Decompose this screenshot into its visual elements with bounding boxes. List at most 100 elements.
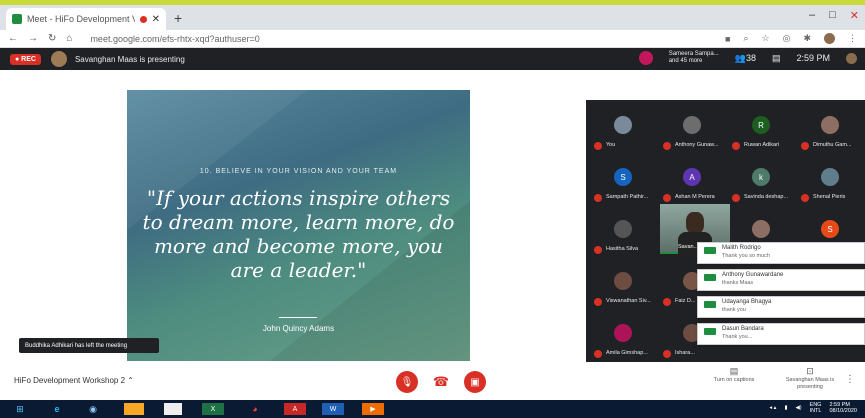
chrome-icon[interactable]: ◕ [244, 403, 266, 415]
participant-tile[interactable]: Shenal Pieris [795, 154, 864, 204]
url-field[interactable]: meet.google.com/efs-rhtx-xqd?authuser=0 [90, 34, 715, 44]
participant-name: Shenal Pieris [813, 194, 846, 200]
self-video-head [686, 212, 704, 234]
slide-quote: "If your actions inspire others to dream… [142, 186, 455, 282]
captions-button[interactable]: ▤ Turn on captions [712, 366, 756, 384]
slide-divider [279, 317, 317, 318]
participant-tile[interactable]: Anthony Gunaw... [657, 102, 726, 152]
muted-mic-icon [663, 142, 671, 150]
word-icon[interactable]: W [322, 403, 344, 415]
presenting-status: Savanghan Maas is presenting [74, 54, 185, 64]
participant-avatar [614, 324, 632, 342]
muted-mic-icon [801, 194, 809, 202]
star-icon[interactable]: ☆ [762, 33, 770, 44]
chat-notifications: Malith Rodrigo Thank you so much Anthony G… [697, 242, 865, 347]
meet-header: ● REC Savanghan Maas is presenting Samee… [0, 48, 865, 70]
internet-explorer-icon[interactable]: e [48, 403, 66, 415]
meet-header-right: Sameera Sampa... and 45 more 👥38 ▤ 2:59 … [638, 51, 857, 65]
participants-line2: and 45 more [668, 58, 703, 64]
chat-message[interactable]: Malith Rodrigo Thank you so much [697, 242, 865, 264]
chat-sender: Dasun Bandara [722, 326, 764, 332]
meeting-name: HiFo Development Workshop 2 [14, 376, 126, 385]
participant-name: You [606, 142, 616, 148]
participant-name: Amila Gimshap... [606, 350, 648, 356]
notepad-icon[interactable] [164, 403, 182, 415]
participant-tile[interactable]: Dimuthu Gam... [795, 102, 864, 152]
minimize-button[interactable]: – [809, 9, 815, 22]
chat-message[interactable]: Dasun Bandara Thank you... [697, 323, 865, 345]
chat-text: thanks Maas [722, 280, 754, 286]
meeting-details-button[interactable]: HiFo Development Workshop 2 ⌃ [14, 376, 134, 385]
system-tray: ◂ ▴ ▮ ◀) ENG INTL 2:59 PM 08/10/2020 [769, 402, 857, 414]
chat-sender: Anthony Gunawardane [722, 272, 784, 278]
new-tab-button[interactable]: + [174, 10, 182, 26]
participant-avatar: S [614, 168, 632, 186]
muted-mic-icon [663, 350, 671, 358]
close-window-button[interactable]: ✕ [850, 9, 859, 22]
chat-text: Thank you so much [722, 253, 770, 259]
user-avatar[interactable] [846, 52, 857, 64]
maximize-button[interactable]: □ [829, 9, 836, 22]
participant-tile[interactable]: Hasitha Silva [588, 206, 657, 256]
chat-bubble-icon [704, 328, 716, 335]
muted-mic-icon [594, 142, 602, 150]
camera-permission-icon[interactable]: ■ [725, 34, 730, 44]
language-indicator[interactable]: ENG INTL [810, 402, 822, 414]
participant-tile[interactable]: R Ruwan Adikari [726, 102, 795, 152]
tray-arrows-icon[interactable]: ◂ ▴ [769, 405, 776, 411]
chat-text: Thank you... [722, 334, 753, 340]
puzzle-icon[interactable]: ✱ [803, 33, 811, 44]
hang-up-button[interactable]: ☎ [430, 371, 452, 393]
captions-icon: ▤ [729, 366, 739, 376]
muted-mic-icon [732, 142, 740, 150]
chat-icon[interactable]: ▤ [772, 53, 781, 64]
participant-tile[interactable]: You [588, 102, 657, 152]
volume-icon[interactable]: ◀) [795, 405, 801, 411]
clock[interactable]: 2:59 PM 08/10/2020 [829, 402, 857, 414]
participant-tile[interactable]: k Savinda deshap... [726, 154, 795, 204]
left-meeting-toast: Buddhika Adhikari has left the meeting [19, 338, 159, 353]
network-icon[interactable]: ▮ [784, 405, 787, 411]
browser-tab[interactable]: Meet - HiFo Development V ✕ [6, 8, 166, 30]
profile-avatar[interactable] [824, 33, 835, 44]
presenting-button[interactable]: ⊡ Savanghan Maas is presenting [784, 367, 836, 391]
participant-name: Viswanathan Siv... [606, 298, 651, 304]
participants-summary[interactable]: Sameera Sampa... and 45 more [669, 51, 719, 65]
back-arrow-icon[interactable]: ← [8, 33, 18, 44]
participant-tile[interactable]: S Sampath Pathir... [588, 154, 657, 204]
mic-off-icon: 🎙 [400, 376, 414, 388]
home-icon[interactable]: ⌂ [66, 33, 72, 44]
participant-tile[interactable]: Viswanathan Siv... [588, 258, 657, 308]
reload-icon[interactable]: ↻ [48, 33, 56, 44]
powerpoint-icon[interactable]: ▶ [362, 403, 384, 415]
presenter-avatar [50, 51, 67, 67]
participant-avatar [821, 116, 839, 134]
excel-icon[interactable]: X [202, 403, 224, 415]
participants-line1: Sameera Sampa... [668, 51, 719, 57]
chrome-menu-icon[interactable]: ⋮ [848, 33, 857, 44]
forward-arrow-icon[interactable]: → [28, 33, 38, 44]
chat-message[interactable]: Udayanga Bhagya thank you [697, 296, 865, 318]
file-explorer-icon[interactable] [124, 403, 144, 415]
mic-toggle-button[interactable]: 🎙 [396, 371, 418, 393]
captions-label: Turn on captions [713, 377, 755, 383]
more-options-button[interactable]: ⋮ [845, 374, 855, 385]
camera-toggle-button[interactable]: ▣ [464, 371, 486, 393]
chat-message[interactable]: Anthony Gunawardane thanks Maas [697, 269, 865, 291]
participant-avatar [638, 51, 653, 65]
windows-start-icon[interactable]: ⊞ [12, 403, 28, 415]
presentation-stage: 10. BELIEVE IN YOUR VISION AND YOUR TEAM… [0, 70, 586, 362]
zoom-icon[interactable]: ⌕ [743, 33, 748, 44]
extension-icon[interactable]: ◎ [783, 33, 791, 44]
participant-name: Anthony Gunaw... [675, 142, 719, 148]
acrobat-icon[interactable]: A [284, 403, 306, 415]
chat-bubble-icon [704, 301, 716, 308]
participants-count[interactable]: 👥38 [735, 53, 756, 64]
muted-mic-icon [594, 246, 602, 254]
participant-tile[interactable]: A Ashan M Perera [657, 154, 726, 204]
media-player-icon[interactable]: ◉ [84, 403, 102, 415]
participant-tile[interactable]: Amila Gimshap... [588, 310, 657, 360]
meet-controls-bar: HiFo Development Workshop 2 ⌃ 🎙 ☎ ▣ ▤ Tu… [0, 362, 865, 400]
recording-dot-icon [139, 15, 147, 23]
tab-close-icon[interactable]: ✕ [152, 14, 160, 25]
